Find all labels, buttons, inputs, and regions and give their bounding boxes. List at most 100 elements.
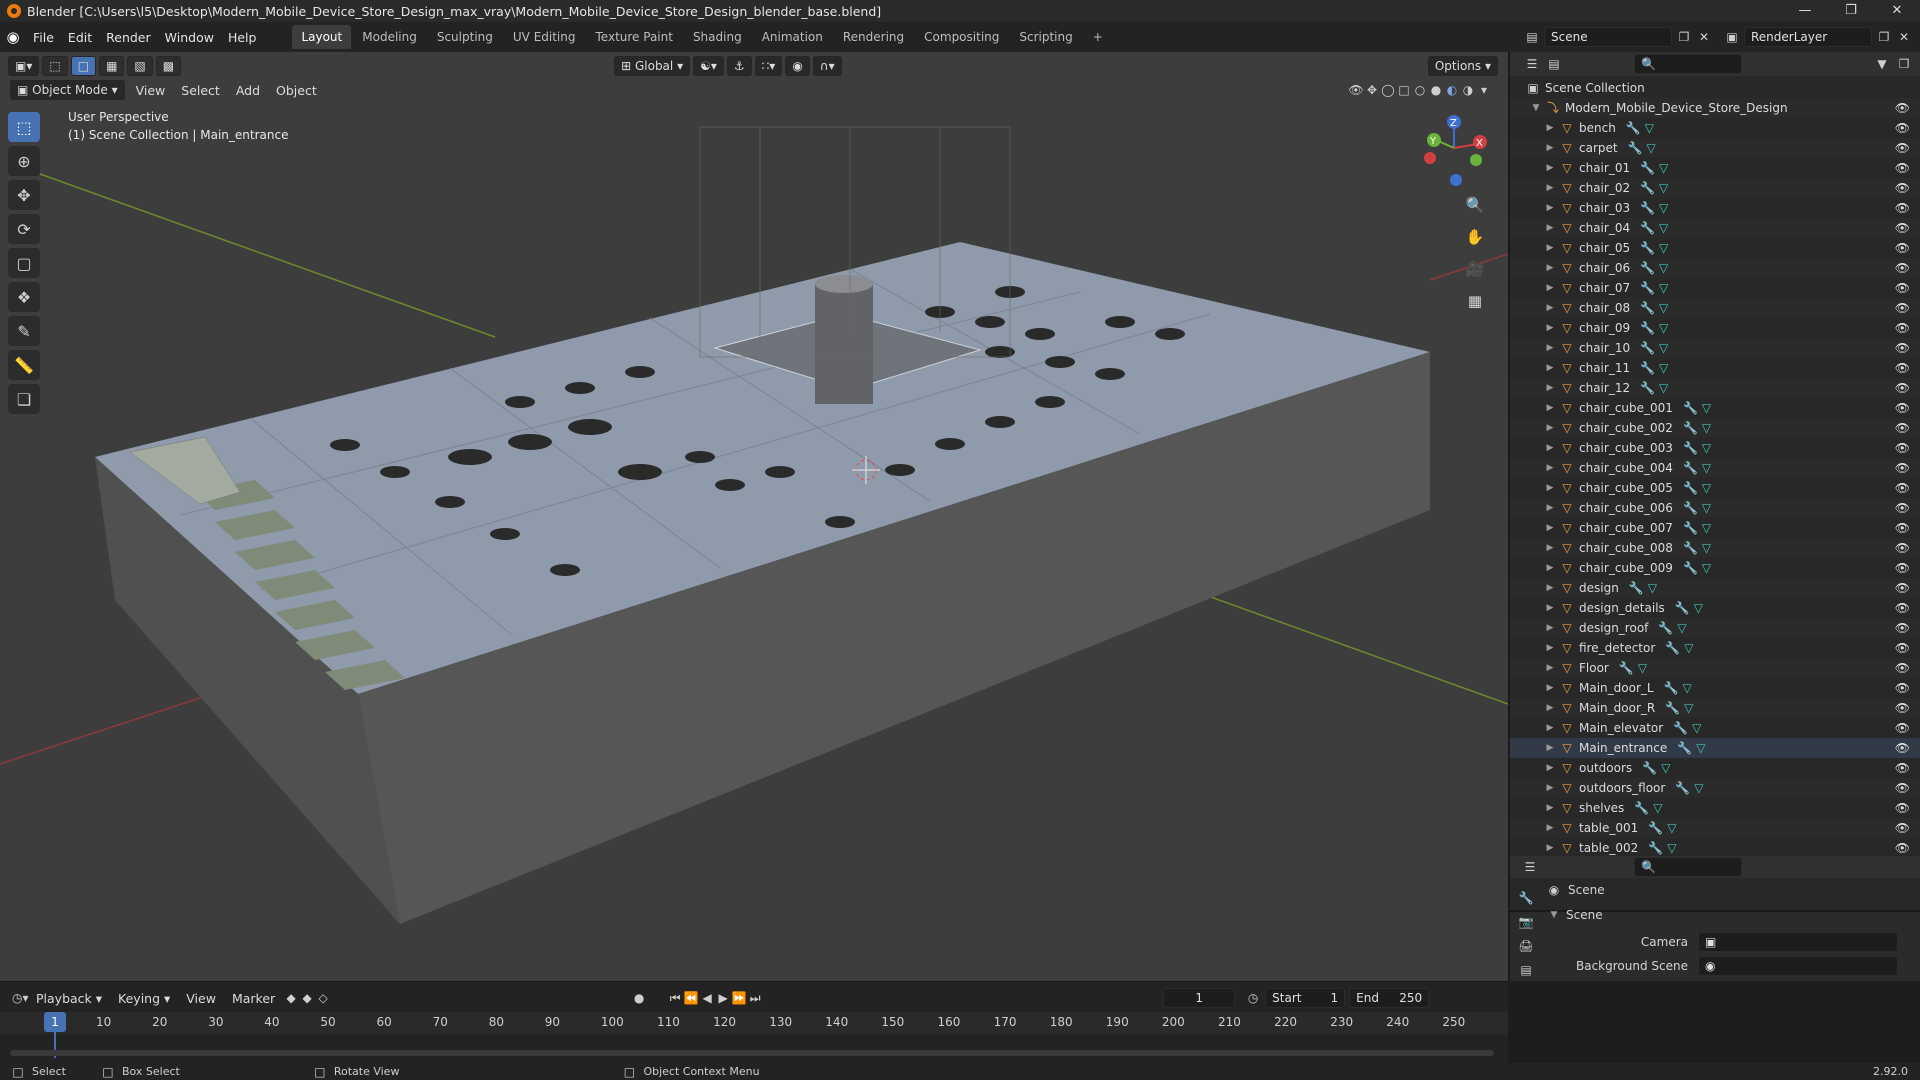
delete-renderlayer-icon[interactable]: ✕ — [1896, 29, 1912, 45]
keyframe-prev-icon[interactable]: ◆ — [283, 990, 299, 1006]
cursor-tool-icon[interactable]: ⊕ — [8, 146, 40, 176]
expand-icon[interactable]: ▶ — [1544, 743, 1556, 753]
mesh-data-icon[interactable]: ▽ — [1702, 521, 1711, 535]
modifier-icon[interactable]: 🔧 — [1640, 301, 1655, 315]
tab-rendering[interactable]: Rendering — [834, 25, 913, 49]
mesh-data-icon[interactable]: ▽ — [1659, 301, 1668, 315]
modifier-icon[interactable]: 🔧 — [1683, 501, 1698, 515]
expand-icon[interactable]: ▶ — [1544, 203, 1556, 213]
keyframe-insert-icon[interactable]: ◇ — [315, 990, 331, 1006]
outliner-item-chair-cube-008[interactable]: ▶ ▽ chair_cube_008 🔧 ▽ 👁 — [1510, 538, 1920, 558]
mesh-data-icon[interactable]: ▽ — [1692, 721, 1701, 735]
modifier-icon[interactable]: 🔧 — [1640, 281, 1655, 295]
eye-icon[interactable]: 👁 — [1895, 541, 1910, 555]
modifier-icon[interactable]: 🔧 — [1683, 481, 1698, 495]
mesh-data-icon[interactable]: ▽ — [1653, 801, 1662, 815]
zoom-icon[interactable]: 🔍 — [1462, 192, 1488, 218]
mesh-data-icon[interactable]: ▽ — [1684, 701, 1693, 715]
tab-texture-paint[interactable]: Texture Paint — [587, 25, 682, 49]
expand-icon[interactable]: ▶ — [1544, 343, 1556, 353]
move-tool-icon[interactable]: ✥ — [8, 180, 40, 210]
eye-icon[interactable]: 👁 — [1895, 261, 1910, 275]
expand-icon[interactable]: ▶ — [1544, 663, 1556, 673]
modifier-icon[interactable]: 🔧 — [1675, 601, 1690, 615]
expand-icon[interactable]: ▶ — [1544, 443, 1556, 453]
expand-icon[interactable]: ▶ — [1544, 823, 1556, 833]
eye-icon[interactable]: 👁 — [1895, 421, 1910, 435]
modifier-icon[interactable]: 🔧 — [1677, 741, 1692, 755]
outliner-item-design-roof[interactable]: ▶ ▽ design_roof 🔧 ▽ 👁 — [1510, 618, 1920, 638]
start-frame-field[interactable]: Start 1 — [1265, 988, 1346, 1008]
modifier-icon[interactable]: 🔧 — [1619, 661, 1634, 675]
render-tab-icon[interactable]: 📷 — [1518, 914, 1534, 930]
modifier-icon[interactable]: 🔧 — [1683, 541, 1698, 555]
eye-icon[interactable]: 👁 — [1895, 121, 1910, 135]
expand-icon[interactable]: ▶ — [1544, 523, 1556, 533]
outliner-item-chair-01[interactable]: ▶ ▽ chair_01 🔧 ▽ 👁 — [1510, 158, 1920, 178]
modifier-icon[interactable]: 🔧 — [1640, 261, 1655, 275]
scene-icon[interactable]: ▤ — [1524, 29, 1540, 45]
select-box-tool-icon[interactable]: ⬚ — [8, 112, 40, 142]
modifier-icon[interactable]: 🔧 — [1634, 801, 1649, 815]
jump-next-keyframe-icon[interactable]: ⏩ — [731, 990, 747, 1006]
new-scene-icon[interactable]: ❐ — [1676, 29, 1692, 45]
modifier-icon[interactable]: 🔧 — [1683, 421, 1698, 435]
camera-view-icon[interactable]: 🎥 — [1462, 256, 1488, 282]
mesh-data-icon[interactable]: ▽ — [1659, 381, 1668, 395]
eye-icon[interactable]: 👁 — [1895, 621, 1910, 635]
mesh-data-icon[interactable]: ▽ — [1659, 241, 1668, 255]
add-cube-tool-icon[interactable]: ❏ — [8, 384, 40, 414]
modifier-icon[interactable]: 🔧 — [1640, 181, 1655, 195]
modifier-icon[interactable]: 🔧 — [1640, 201, 1655, 215]
overlay-toggle-icon[interactable]: ◯ — [1380, 82, 1396, 98]
mesh-data-icon[interactable]: ▽ — [1702, 541, 1711, 555]
menu-edit[interactable]: Edit — [61, 30, 99, 45]
output-tab-icon[interactable]: 🖨 — [1518, 938, 1534, 954]
xray-toggle-icon[interactable]: □ — [1396, 82, 1412, 98]
eye-icon[interactable]: 👁 — [1895, 181, 1910, 195]
scale-tool-icon[interactable]: ▢ — [8, 248, 40, 278]
rendered-shading-icon[interactable]: ◑ — [1460, 82, 1476, 98]
eye-icon[interactable]: 👁 — [1895, 761, 1910, 775]
select-mode-invert-icon[interactable]: ▩ — [155, 56, 182, 76]
eye-icon[interactable]: 👁 — [1895, 361, 1910, 375]
mesh-data-icon[interactable]: ▽ — [1647, 141, 1656, 155]
play-reverse-icon[interactable]: ◀ — [699, 990, 715, 1006]
mesh-data-icon[interactable]: ▽ — [1667, 841, 1676, 855]
mesh-data-icon[interactable]: ▽ — [1659, 221, 1668, 235]
eye-icon[interactable]: 👁 — [1895, 581, 1910, 595]
eye-icon[interactable]: 👁 — [1895, 741, 1910, 755]
modifier-icon[interactable]: 🔧 — [1640, 321, 1655, 335]
filter-icon[interactable]: ▼ — [1874, 56, 1890, 72]
eye-icon[interactable]: 👁 — [1895, 401, 1910, 415]
outliner-item-chair-02[interactable]: ▶ ▽ chair_02 🔧 ▽ 👁 — [1510, 178, 1920, 198]
measure-tool-icon[interactable]: 📏 — [8, 350, 40, 380]
modifier-icon[interactable]: 🔧 — [1683, 521, 1698, 535]
eye-icon[interactable]: 👁 — [1895, 241, 1910, 255]
outliner-item-table-001[interactable]: ▶ ▽ table_001 🔧 ▽ 👁 — [1510, 818, 1920, 838]
outliner-item-carpet[interactable]: ▶ ▽ carpet 🔧 ▽ 👁 — [1510, 138, 1920, 158]
eye-icon[interactable]: 👁 — [1895, 561, 1910, 575]
outliner-item-main-entrance[interactable]: ▶ ▽ Main_entrance 🔧 ▽ 👁 — [1510, 738, 1920, 758]
menu-window[interactable]: Window — [158, 30, 221, 45]
mesh-data-icon[interactable]: ▽ — [1667, 821, 1676, 835]
expand-icon[interactable]: ▶ — [1544, 183, 1556, 193]
annotate-tool-icon[interactable]: ✎ — [8, 316, 40, 346]
expand-icon[interactable]: ▶ — [1544, 783, 1556, 793]
expand-icon[interactable]: ▶ — [1544, 163, 1556, 173]
outliner-item-chair-12[interactable]: ▶ ▽ chair_12 🔧 ▽ 👁 — [1510, 378, 1920, 398]
expand-icon[interactable]: ▶ — [1544, 243, 1556, 253]
timeline-menu-keying[interactable]: Keying ▾ — [110, 991, 178, 1006]
eye-icon[interactable]: 👁 — [1895, 601, 1910, 615]
mesh-data-icon[interactable]: ▽ — [1659, 361, 1668, 375]
expand-icon[interactable]: ▶ — [1544, 323, 1556, 333]
panel-expand-icon[interactable]: ▼ — [1548, 910, 1560, 920]
viewport-menu-select[interactable]: Select — [173, 83, 228, 98]
outliner-scene-collection[interactable]: ▣ Scene Collection — [1510, 78, 1920, 98]
perspective-grid-icon[interactable]: ▦ — [1462, 288, 1488, 314]
timeline-ruler[interactable]: 10 20 30 40 50 60 70 80 90 100 110 120 130 140 150 160 1… — [0, 1012, 1508, 1034]
modifier-icon[interactable]: 🔧 — [1658, 621, 1673, 635]
editor-type-icon[interactable]: ▣▾ — [8, 56, 40, 76]
expand-icon[interactable]: ▶ — [1544, 263, 1556, 273]
modifier-icon[interactable]: 🔧 — [1640, 361, 1655, 375]
